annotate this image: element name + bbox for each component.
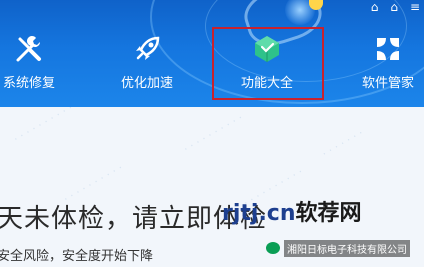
watermark: · · · · · · · · · ·: [11, 107, 76, 146]
checkup-subline: 安全风险，安全度开始下降: [0, 249, 154, 264]
watermark: · · · · · · · · · ·: [61, 161, 126, 206]
nav-label: 优化加速: [120, 76, 173, 91]
nav-item-optimize[interactable]: 优化加速: [107, 34, 187, 100]
rocket-icon: [136, 36, 160, 60]
window-controls: ⌂ ⌂ ≡: [371, 0, 420, 14]
wechat-account-name: 湘阳日标电子科技有限公司: [284, 239, 410, 257]
shirt-icon[interactable]: ⌂: [390, 0, 398, 14]
watermark: · · · · · · ·: [319, 126, 366, 161]
nav-item-software-manager[interactable]: 软件管家: [348, 34, 424, 100]
nav-item-system-repair[interactable]: 系统修复: [0, 34, 69, 100]
site-url: rjtj.cn: [222, 201, 296, 226]
highlight-box: [212, 27, 324, 100]
nav-label: 系统修复: [2, 76, 55, 91]
site-watermark: rjtj.cn软荐网: [222, 201, 362, 227]
watermark: · · · · · · · · · ·: [181, 111, 246, 156]
nav-label: 软件管家: [361, 76, 414, 91]
wrench-screwdriver-icon: [16, 36, 41, 62]
skin-icon[interactable]: ⌂: [371, 0, 379, 14]
wechat-watermark: 湘阳日标电子科技有限公司: [266, 238, 418, 258]
menu-icon[interactable]: ≡: [410, 0, 420, 14]
top-banner: ⌂ ⌂ ≡ 系统修复 优化加速 功能大全 软件管家: [0, 0, 424, 107]
site-name: 软荐网: [295, 201, 362, 226]
grid-flower-icon: [377, 38, 399, 60]
wechat-icon: [266, 242, 280, 254]
